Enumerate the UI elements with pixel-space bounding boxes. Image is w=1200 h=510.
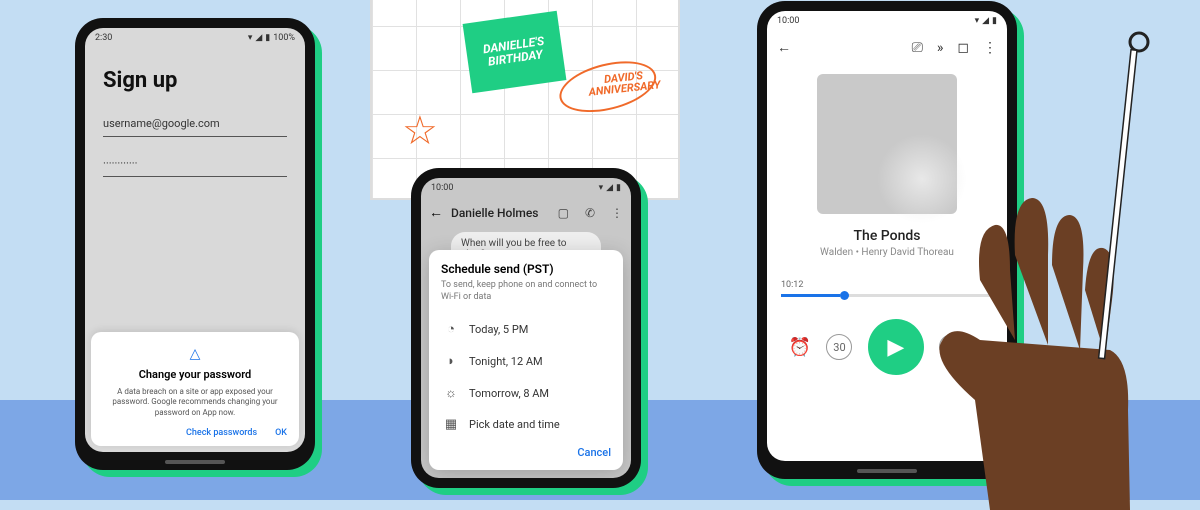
progress-bar[interactable] [781, 294, 993, 297]
cast-icon[interactable]: ⎚ [912, 40, 923, 56]
sticky-note: DANIELLE'S BIRTHDAY [463, 11, 567, 94]
wifi-icon: ▾ [599, 183, 604, 193]
alert-title: Change your password [103, 368, 287, 381]
play-button[interactable]: ▶ [868, 319, 924, 375]
calendar-icon: ▦ [443, 417, 459, 432]
video-call-icon[interactable]: ▢ [558, 206, 569, 220]
phone-audio-player: 10:00 ▾ ◢ ▮ ← ⎚ » ◻ ⋮ The Ponds Walden •… [757, 1, 1017, 479]
bookmark-icon[interactable]: ◻ [957, 40, 969, 56]
back-icon[interactable]: ← [429, 204, 443, 221]
phone-password-checkup: 2:30 ▾ ◢ ▮ 100% Sign up username@google.… [75, 18, 315, 470]
signal-icon: ◢ [982, 16, 989, 26]
album-art [817, 74, 957, 214]
phone-schedule-send: 10:00 ▾ ◢ ▮ ← Danielle Holmes ▢ ✆ ⋮ When… [411, 168, 641, 488]
option-tonight[interactable]: ◗ Tonight, 12 AM [441, 345, 611, 377]
signal-icon: ◢ [255, 33, 262, 43]
white-cane [1095, 30, 1155, 470]
page-title: Sign up [103, 68, 287, 93]
battery-icon: ▮ [992, 16, 997, 26]
option-today[interactable]: ◔ Today, 5 PM [441, 313, 611, 345]
schedule-send-sheet: Schedule send (PST) To send, keep phone … [429, 250, 623, 470]
sleep-timer-icon[interactable]: ⏰ [789, 337, 811, 358]
alert-body: A data breach on a site or app exposed y… [103, 387, 287, 418]
signal-icon: ◢ [606, 183, 613, 193]
option-pick-date[interactable]: ▦ Pick date and time [441, 409, 611, 440]
warning-icon: △ [103, 346, 287, 362]
more-icon[interactable]: ⋮ [611, 206, 623, 220]
ok-button[interactable]: OK [275, 428, 287, 438]
rewind-30-button[interactable]: 30 [826, 334, 852, 360]
star-doodle: ☆ [402, 107, 438, 154]
wifi-icon: ▾ [975, 16, 980, 26]
sheet-title: Schedule send (PST) [441, 262, 611, 276]
password-alert-sheet: △ Change your password A data breach on … [91, 332, 299, 446]
battery-percent: 100% [273, 33, 295, 43]
check-passwords-button[interactable]: Check passwords [186, 428, 257, 438]
wifi-icon: ▾ [248, 33, 253, 43]
more-icon[interactable]: ⋮ [983, 40, 997, 56]
contact-name: Danielle Holmes [451, 206, 542, 220]
status-time: 10:00 [431, 183, 453, 193]
sheet-subtitle: To send, keep phone on and connect to Wi… [441, 280, 611, 303]
status-time: 2:30 [95, 33, 112, 43]
forward-30-button[interactable]: 30 [939, 334, 965, 360]
phone-call-icon[interactable]: ✆ [585, 206, 595, 220]
cancel-button[interactable]: Cancel [441, 446, 611, 459]
status-time: 10:00 [777, 16, 799, 26]
circled-annotation: DAVID'S ANNIVERSARY [569, 66, 679, 99]
option-tomorrow[interactable]: ☼ Tomorrow, 8 AM [441, 377, 611, 409]
moon-icon: ◗ [443, 353, 459, 369]
touch-ripple [877, 134, 967, 224]
elapsed-time: 10:12 [781, 280, 803, 290]
clock-icon: ◔ [443, 321, 459, 337]
sun-icon: ☼ [443, 385, 459, 401]
battery-icon: ▮ [616, 183, 621, 193]
speed-icon[interactable]: » [937, 40, 944, 56]
track-title: The Ponds [767, 228, 1007, 244]
password-field[interactable]: ············ [103, 151, 287, 177]
username-field[interactable]: username@google.com [103, 111, 287, 137]
back-icon[interactable]: ← [777, 39, 791, 56]
battery-icon: ▮ [265, 33, 270, 43]
track-author: Walden • Henry David Thoreau [767, 247, 1007, 258]
